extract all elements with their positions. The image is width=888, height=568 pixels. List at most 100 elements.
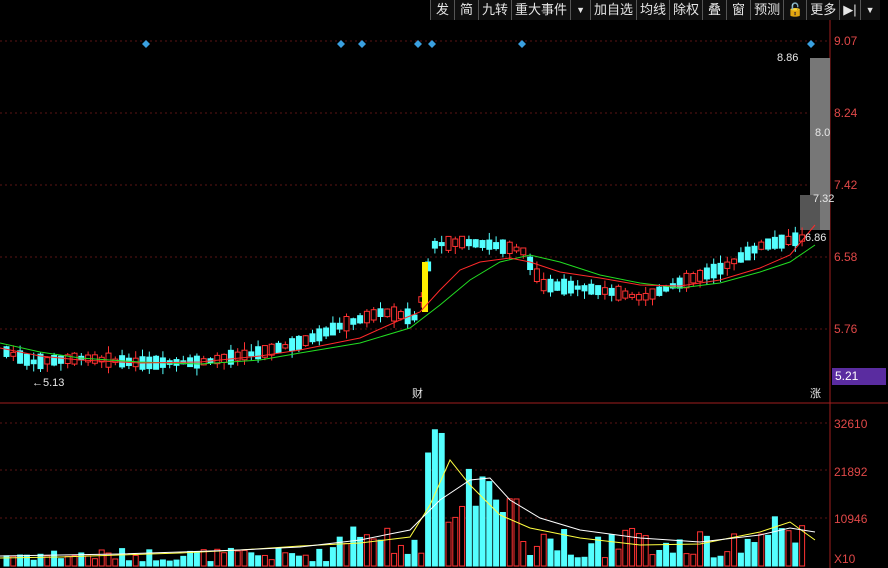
event-diamond [428, 40, 436, 48]
volume-bar [343, 543, 350, 567]
forecast-label: 6.86 [805, 232, 826, 244]
candle-body [465, 239, 472, 247]
volume-bar [261, 554, 268, 567]
candle-body [486, 239, 493, 250]
volume-bar [581, 556, 588, 567]
volume-bar [146, 549, 153, 567]
candle-body [493, 242, 500, 250]
volume-bar [418, 552, 425, 567]
forecast-label: 7.32 [813, 193, 834, 205]
volume-bar [51, 550, 58, 567]
candle-body [595, 285, 602, 296]
volume-bar [309, 561, 316, 567]
volume-bar [391, 552, 398, 567]
candle-body [703, 267, 710, 280]
candle-body [248, 351, 255, 357]
volume-bar [452, 516, 459, 567]
low-price-label: ←5.13 [32, 377, 64, 389]
candle-body [547, 278, 554, 293]
volume-bar [289, 553, 296, 567]
volume-bar [357, 536, 364, 567]
vol-ma-short [0, 459, 816, 559]
candle-body [459, 235, 466, 249]
candle-body [588, 283, 595, 295]
candle-body [57, 355, 64, 364]
volume-bar [629, 527, 636, 567]
candle-body [629, 293, 636, 298]
candle-body [506, 241, 513, 255]
volume-bar [765, 534, 772, 567]
volume-bar [574, 557, 581, 567]
volume-bar [37, 553, 44, 567]
volume-bar [275, 548, 282, 567]
event-diamond [337, 40, 345, 48]
candle-body [771, 236, 778, 249]
volume-bar [180, 555, 187, 567]
candle-body [778, 234, 785, 249]
volume-bar [683, 553, 690, 567]
candle-body [452, 238, 459, 247]
volume-bar [663, 542, 670, 567]
candle-body [479, 240, 486, 248]
candle-body [438, 242, 445, 247]
volume-bar [499, 512, 506, 567]
candle-body [71, 352, 78, 365]
candle-body [622, 290, 629, 299]
candle-body [635, 294, 642, 301]
candle-body [255, 346, 262, 360]
event-markers [142, 40, 815, 48]
volume-bar [785, 530, 792, 567]
candle-body [765, 238, 772, 250]
candle-body [731, 258, 738, 265]
event-diamond [358, 40, 366, 48]
earnings-marker: 财 [412, 386, 423, 400]
volume-bar [513, 498, 520, 567]
candle-body [567, 280, 574, 294]
volume-bar [91, 558, 98, 567]
event-diamond [142, 40, 150, 48]
candle-body [792, 232, 799, 247]
candle-body [499, 239, 506, 254]
volume-bar [241, 549, 248, 567]
volume-bars [3, 429, 806, 567]
event-diamond [807, 40, 815, 48]
volume-bar [588, 543, 595, 567]
candle-body [309, 333, 316, 343]
forecast-label: 8.0 [815, 127, 830, 139]
volume-bar [744, 538, 751, 567]
volume-bar [608, 534, 615, 567]
candle-body [581, 285, 588, 292]
candle-body [370, 309, 377, 321]
volume-bar [227, 547, 234, 567]
volume-bar [295, 555, 302, 567]
candle-body [363, 310, 370, 324]
candle-body [445, 235, 452, 251]
candle-body [656, 286, 663, 296]
volume-bar [397, 544, 404, 567]
volume-bar [268, 559, 275, 567]
volume-bar [724, 551, 731, 567]
volume-bar [520, 541, 527, 567]
candle-body [411, 314, 418, 321]
candle-body [30, 359, 37, 365]
candle-body [574, 285, 581, 290]
candle-body [377, 308, 384, 317]
candle-body [697, 269, 704, 282]
volume-bar [567, 554, 574, 567]
volume-bar [601, 557, 608, 567]
volume-bar [697, 531, 704, 567]
candle-body [343, 316, 350, 332]
volume-bar [771, 516, 778, 567]
candle-body [676, 277, 683, 289]
candle-body [323, 327, 330, 337]
candle-body [601, 287, 608, 295]
volume-bar [302, 554, 309, 567]
volume-tick: 32610 [834, 417, 868, 431]
rise-marker: 涨 [810, 387, 821, 400]
volume-bar [207, 561, 214, 567]
volume-bar [547, 538, 554, 567]
candle-body [737, 252, 744, 263]
candle-body [540, 278, 547, 292]
candle-body [295, 335, 302, 350]
volume-bar [125, 560, 132, 567]
